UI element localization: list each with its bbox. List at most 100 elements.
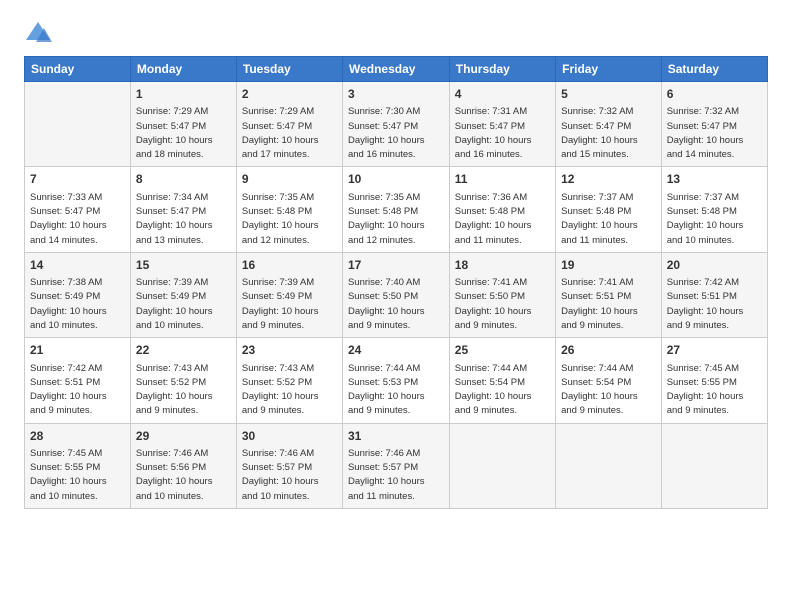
day-info: Sunrise: 7:38 AM Sunset: 5:49 PM Dayligh…	[30, 276, 125, 333]
day-number: 26	[561, 342, 656, 359]
day-number: 21	[30, 342, 125, 359]
calendar-cell	[556, 423, 662, 508]
day-number: 31	[348, 428, 444, 445]
day-number: 18	[455, 257, 550, 274]
day-number: 11	[455, 171, 550, 188]
day-number: 19	[561, 257, 656, 274]
day-info: Sunrise: 7:42 AM Sunset: 5:51 PM Dayligh…	[30, 362, 125, 419]
day-info: Sunrise: 7:43 AM Sunset: 5:52 PM Dayligh…	[136, 362, 231, 419]
calendar-cell: 20 Sunrise: 7:42 AM Sunset: 5:51 PM Dayli…	[661, 252, 767, 337]
day-number: 7	[30, 171, 125, 188]
calendar-cell: 25Sunrise: 7:44 AM Sunset: 5:54 PM Dayli…	[449, 338, 555, 423]
calendar-cell: 13 Sunrise: 7:37 AM Sunset: 5:48 PM Dayli…	[661, 167, 767, 252]
day-info: Sunrise: 7:46 AM Sunset: 5:56 PM Dayligh…	[136, 447, 231, 504]
day-number: 23	[242, 342, 337, 359]
day-info: Sunrise: 7:45 AM Sunset: 5:55 PM Dayligh…	[30, 447, 125, 504]
calendar-cell: 8 Sunrise: 7:34 AM Sunset: 5:47 PM Daylig…	[130, 167, 236, 252]
day-info: Sunrise: 7:46 AM Sunset: 5:57 PM Dayligh…	[242, 447, 337, 504]
calendar-cell: 6 Sunrise: 7:32 AM Sunset: 5:47 PM Daylig…	[661, 82, 767, 167]
calendar-cell: 28 Sunrise: 7:45 AM Sunset: 5:55 PM Dayli…	[25, 423, 131, 508]
calendar-cell: 10 Sunrise: 7:35 AM Sunset: 5:48 PM Dayli…	[342, 167, 449, 252]
calendar-cell: 17Sunrise: 7:40 AM Sunset: 5:50 PM Dayli…	[342, 252, 449, 337]
column-header-friday: Friday	[556, 57, 662, 82]
day-number: 1	[136, 86, 231, 103]
calendar-cell: 24 Sunrise: 7:44 AM Sunset: 5:53 PM Dayli…	[342, 338, 449, 423]
day-info: Sunrise: 7:45 AM Sunset: 5:55 PM Dayligh…	[667, 362, 762, 419]
day-info: Sunrise: 7:44 AM Sunset: 5:53 PM Dayligh…	[348, 362, 444, 419]
logo	[24, 20, 56, 44]
day-info: Sunrise: 7:35 AM Sunset: 5:48 PM Dayligh…	[242, 191, 337, 248]
day-number: 10	[348, 171, 444, 188]
calendar-cell: 4Sunrise: 7:31 AM Sunset: 5:47 PM Daylig…	[449, 82, 555, 167]
logo-icon	[24, 20, 52, 44]
day-number: 2	[242, 86, 337, 103]
calendar-cell: 18 Sunrise: 7:41 AM Sunset: 5:50 PM Dayli…	[449, 252, 555, 337]
calendar-cell: 9 Sunrise: 7:35 AM Sunset: 5:48 PM Daylig…	[236, 167, 342, 252]
calendar-cell: 12 Sunrise: 7:37 AM Sunset: 5:48 PM Dayli…	[556, 167, 662, 252]
day-number: 15	[136, 257, 231, 274]
day-info: Sunrise: 7:44 AM Sunset: 5:54 PM Dayligh…	[455, 362, 550, 419]
calendar-cell: 11 Sunrise: 7:36 AM Sunset: 5:48 PM Dayli…	[449, 167, 555, 252]
day-info: Sunrise: 7:35 AM Sunset: 5:48 PM Dayligh…	[348, 191, 444, 248]
calendar-cell: 14 Sunrise: 7:38 AM Sunset: 5:49 PM Dayli…	[25, 252, 131, 337]
column-header-thursday: Thursday	[449, 57, 555, 82]
day-number: 30	[242, 428, 337, 445]
day-info: Sunrise: 7:46 AM Sunset: 5:57 PM Dayligh…	[348, 447, 444, 504]
calendar-cell: 1 Sunrise: 7:29 AM Sunset: 5:47 PM Daylig…	[130, 82, 236, 167]
calendar-cell: 22 Sunrise: 7:43 AM Sunset: 5:52 PM Dayli…	[130, 338, 236, 423]
calendar-cell: 16 Sunrise: 7:39 AM Sunset: 5:49 PM Dayli…	[236, 252, 342, 337]
column-header-sunday: Sunday	[25, 57, 131, 82]
column-header-monday: Monday	[130, 57, 236, 82]
calendar-cell: 31 Sunrise: 7:46 AM Sunset: 5:57 PM Dayli…	[342, 423, 449, 508]
day-number: 9	[242, 171, 337, 188]
calendar-table: SundayMondayTuesdayWednesdayThursdayFrid…	[24, 56, 768, 509]
day-info: Sunrise: 7:34 AM Sunset: 5:47 PM Dayligh…	[136, 191, 231, 248]
day-number: 16	[242, 257, 337, 274]
day-info: Sunrise: 7:30 AM Sunset: 5:47 PM Dayligh…	[348, 105, 444, 162]
day-info: Sunrise: 7:39 AM Sunset: 5:49 PM Dayligh…	[242, 276, 337, 333]
day-number: 3	[348, 86, 444, 103]
day-number: 4	[455, 86, 550, 103]
calendar-cell: 19 Sunrise: 7:41 AM Sunset: 5:51 PM Dayli…	[556, 252, 662, 337]
day-info: Sunrise: 7:29 AM Sunset: 5:47 PM Dayligh…	[242, 105, 337, 162]
day-info: Sunrise: 7:32 AM Sunset: 5:47 PM Dayligh…	[667, 105, 762, 162]
calendar-cell: 23 Sunrise: 7:43 AM Sunset: 5:52 PM Dayli…	[236, 338, 342, 423]
day-number: 22	[136, 342, 231, 359]
column-header-saturday: Saturday	[661, 57, 767, 82]
day-info: Sunrise: 7:32 AM Sunset: 5:47 PM Dayligh…	[561, 105, 656, 162]
day-number: 13	[667, 171, 762, 188]
column-header-tuesday: Tuesday	[236, 57, 342, 82]
calendar-cell: 3 Sunrise: 7:30 AM Sunset: 5:47 PM Daylig…	[342, 82, 449, 167]
day-info: Sunrise: 7:37 AM Sunset: 5:48 PM Dayligh…	[667, 191, 762, 248]
day-number: 29	[136, 428, 231, 445]
day-number: 27	[667, 342, 762, 359]
day-number: 17	[348, 257, 444, 274]
day-number: 24	[348, 342, 444, 359]
day-info: Sunrise: 7:29 AM Sunset: 5:47 PM Dayligh…	[136, 105, 231, 162]
calendar-cell	[661, 423, 767, 508]
day-number: 20	[667, 257, 762, 274]
day-info: Sunrise: 7:42 AM Sunset: 5:51 PM Dayligh…	[667, 276, 762, 333]
calendar-cell: 5 Sunrise: 7:32 AM Sunset: 5:47 PM Daylig…	[556, 82, 662, 167]
calendar-cell: 26Sunrise: 7:44 AM Sunset: 5:54 PM Dayli…	[556, 338, 662, 423]
calendar-cell: 21 Sunrise: 7:42 AM Sunset: 5:51 PM Dayli…	[25, 338, 131, 423]
day-info: Sunrise: 7:33 AM Sunset: 5:47 PM Dayligh…	[30, 191, 125, 248]
calendar-cell: 7 Sunrise: 7:33 AM Sunset: 5:47 PM Daylig…	[25, 167, 131, 252]
calendar-cell: 27 Sunrise: 7:45 AM Sunset: 5:55 PM Dayli…	[661, 338, 767, 423]
day-number: 14	[30, 257, 125, 274]
day-number: 12	[561, 171, 656, 188]
day-info: Sunrise: 7:41 AM Sunset: 5:51 PM Dayligh…	[561, 276, 656, 333]
day-info: Sunrise: 7:39 AM Sunset: 5:49 PM Dayligh…	[136, 276, 231, 333]
day-info: Sunrise: 7:36 AM Sunset: 5:48 PM Dayligh…	[455, 191, 550, 248]
header	[24, 20, 768, 44]
column-header-wednesday: Wednesday	[342, 57, 449, 82]
day-info: Sunrise: 7:37 AM Sunset: 5:48 PM Dayligh…	[561, 191, 656, 248]
calendar-cell	[449, 423, 555, 508]
calendar-cell	[25, 82, 131, 167]
day-info: Sunrise: 7:41 AM Sunset: 5:50 PM Dayligh…	[455, 276, 550, 333]
day-number: 28	[30, 428, 125, 445]
day-number: 6	[667, 86, 762, 103]
day-number: 5	[561, 86, 656, 103]
day-number: 8	[136, 171, 231, 188]
day-info: Sunrise: 7:43 AM Sunset: 5:52 PM Dayligh…	[242, 362, 337, 419]
